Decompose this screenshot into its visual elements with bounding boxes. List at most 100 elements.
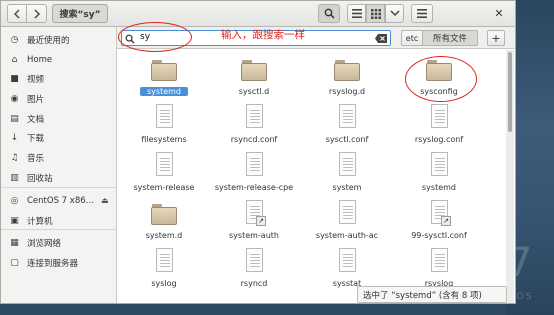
text-file-icon xyxy=(334,248,360,274)
sidebar-item-server[interactable]: ▢ 连接到服务器 xyxy=(1,253,116,272)
file-name-label: syslog xyxy=(151,279,177,288)
sidebar-item-label: 下载 xyxy=(27,133,45,144)
file-name-label: system xyxy=(332,183,362,192)
sidebar-item-label: 最近使用的 xyxy=(27,35,70,46)
menu-button[interactable] xyxy=(411,4,433,23)
file-item[interactable]: ↗ system-auth xyxy=(212,197,296,245)
sidebar-item-home[interactable]: ⌂ Home xyxy=(1,50,116,69)
file-name-label: system-auth-ac xyxy=(315,231,379,240)
sidebar-item-label: 计算机 xyxy=(27,216,53,227)
clear-icon[interactable] xyxy=(375,34,387,43)
hamburger-menu-icon xyxy=(417,9,427,18)
file-name-label: rsyslog.conf xyxy=(414,135,464,144)
trash-icon: ▥ xyxy=(10,172,19,183)
text-file-icon xyxy=(241,152,267,178)
sidebar-item-computer[interactable]: ▣ 计算机 xyxy=(1,211,116,230)
sidebar-item-label: 音乐 xyxy=(27,153,45,164)
back-button[interactable] xyxy=(7,4,27,23)
sidebar-item-network[interactable]: ▦ 浏览网络 xyxy=(1,233,116,252)
text-file-icon xyxy=(151,248,177,274)
file-name-label: 99-sysctl.conf xyxy=(411,231,467,240)
symlink-file-icon: ↗ xyxy=(241,200,267,226)
file-item[interactable]: sysctl.conf xyxy=(305,101,389,149)
chevron-left-icon xyxy=(14,9,20,18)
scope-all-files-button[interactable]: 所有文件 xyxy=(422,30,478,46)
document-icon: ▤ xyxy=(10,113,19,124)
sidebar-item-label: 图片 xyxy=(27,94,45,105)
scope-etc-button[interactable]: etc xyxy=(401,30,423,46)
text-file-icon xyxy=(334,104,360,130)
file-item[interactable]: system xyxy=(305,149,389,197)
text-file-icon xyxy=(334,200,360,226)
chevron-right-icon xyxy=(34,9,40,18)
camera-icon: ◉ xyxy=(10,93,19,104)
folder-item[interactable]: rsyslog.d xyxy=(305,53,389,101)
folder-icon xyxy=(241,56,267,82)
folder-item[interactable]: system.d xyxy=(122,197,206,245)
sidebar-separator xyxy=(1,187,116,188)
file-item[interactable]: filesystems xyxy=(122,101,206,149)
sidebar-item-label: 连接到服务器 xyxy=(27,258,79,269)
file-name-label: systemd xyxy=(422,183,456,192)
vertical-scrollbar[interactable] xyxy=(506,50,514,303)
sidebar-item-music[interactable]: ♫ 音乐 xyxy=(1,148,116,167)
file-item[interactable]: system-auth-ac xyxy=(305,197,389,245)
header-bar: 搜索“sy” ✕ xyxy=(1,1,515,27)
file-manager-window: 搜索“sy” ✕ ◷ 最近使用的 ⌂ Home ■ 视频 ◉ 图片 ▤ 文档 ↓ 下载 ♫ 音乐 ▥ 回收站 ◎… xyxy=(0,0,516,304)
sidebar-item-label: 浏览网络 xyxy=(27,238,62,249)
grid-view-button[interactable] xyxy=(366,4,385,23)
text-file-icon xyxy=(426,104,452,130)
eject-icon[interactable]: ⏏ xyxy=(101,196,109,205)
sidebar-item-clock[interactable]: ◷ 最近使用的 xyxy=(1,30,116,49)
server-icon: ▢ xyxy=(10,257,19,268)
file-item[interactable]: syslog xyxy=(122,245,206,293)
scrollbar-thumb[interactable] xyxy=(508,52,512,132)
file-item[interactable]: system-release xyxy=(122,149,206,197)
file-item[interactable]: rsyncd.conf xyxy=(212,101,296,149)
sidebar-item-video[interactable]: ■ 视频 xyxy=(1,69,116,88)
view-options-button[interactable] xyxy=(385,4,404,23)
music-icon: ♫ xyxy=(10,152,19,163)
search-toggle-button[interactable] xyxy=(318,4,340,23)
sidebar-item-label: CentOS 7 x86… xyxy=(27,195,95,206)
list-view-button[interactable] xyxy=(347,4,366,23)
chevron-down-icon xyxy=(389,10,400,17)
sidebar-item-label: Home xyxy=(27,54,53,65)
text-file-icon xyxy=(151,152,177,178)
folder-icon xyxy=(151,200,177,226)
close-window-button[interactable]: ✕ xyxy=(491,4,507,23)
file-name-label: system-release-cpe xyxy=(214,183,294,192)
network-icon: ▦ xyxy=(10,237,19,248)
folder-item[interactable]: systemd xyxy=(122,53,206,101)
grid-view-icon xyxy=(370,8,381,19)
file-name-label: filesystems xyxy=(141,135,187,144)
sidebar-item-trash[interactable]: ▥ 回收站 xyxy=(1,168,116,187)
text-file-icon xyxy=(241,248,267,274)
file-item[interactable]: ↗ 99-sysctl.conf xyxy=(397,197,481,245)
sidebar-item-download[interactable]: ↓ 下载 xyxy=(1,128,116,147)
disc-icon: ◎ xyxy=(10,195,19,206)
path-button[interactable]: 搜索“sy” xyxy=(52,4,108,23)
sidebar-item-document[interactable]: ▤ 文档 xyxy=(1,109,116,128)
file-item[interactable]: systemd xyxy=(397,149,481,197)
folder-item[interactable]: sysctl.d xyxy=(212,53,296,101)
sidebar-item-disc[interactable]: ◎ CentOS 7 x86… ⏏ xyxy=(1,191,116,210)
forward-button[interactable] xyxy=(26,4,47,23)
search-icon xyxy=(324,8,335,19)
file-name-label: rsyncd.conf xyxy=(230,135,278,144)
text-file-icon xyxy=(334,152,360,178)
clock-icon: ◷ xyxy=(10,34,19,45)
sidebar-item-label: 回收站 xyxy=(27,173,53,184)
symlink-file-icon: ↗ xyxy=(426,200,452,226)
sidebar-item-camera[interactable]: ◉ 图片 xyxy=(1,89,116,108)
sidebar-separator xyxy=(1,229,116,230)
sidebar-item-label: 视频 xyxy=(27,74,45,85)
file-name-label: rsyncd xyxy=(240,279,268,288)
file-item[interactable]: rsyslog.conf xyxy=(397,101,481,149)
file-item[interactable]: system-release-cpe xyxy=(212,149,296,197)
file-item[interactable]: rsyncd xyxy=(212,245,296,293)
add-criteria-button[interactable]: + xyxy=(487,30,505,46)
sidebar-item-label: 文档 xyxy=(27,114,45,125)
file-name-label: system.d xyxy=(145,231,183,240)
selection-status: 选中了 “systemd” (含有 8 项) xyxy=(357,286,507,303)
